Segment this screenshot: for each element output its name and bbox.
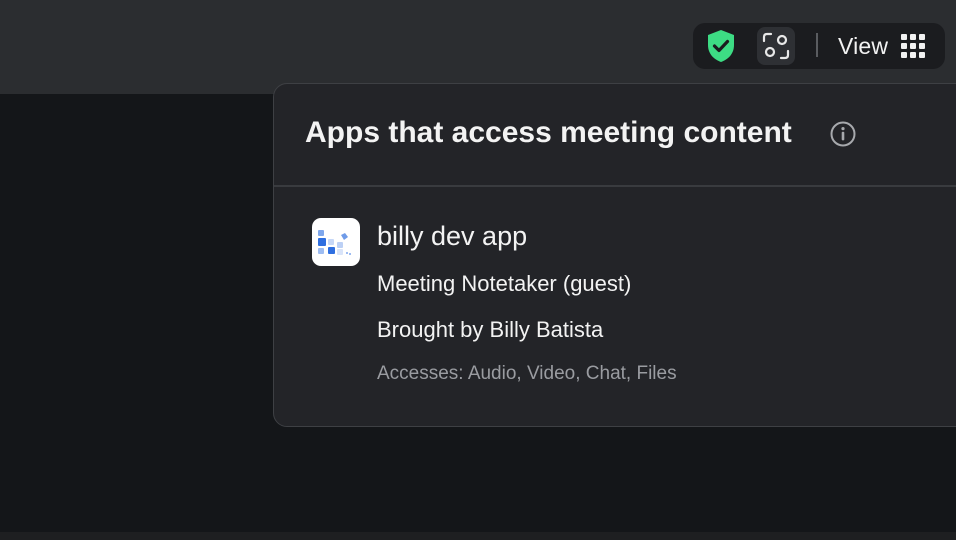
bottom-strip xyxy=(0,532,956,540)
meeting-window: View Apps that access meeting content bi… xyxy=(0,0,956,540)
popover-divider xyxy=(274,185,956,187)
app-access-list: Accesses: Audio, Video, Chat, Files xyxy=(377,363,677,384)
scan-frame-icon xyxy=(762,32,790,60)
grid-icon xyxy=(901,34,926,58)
app-name: billy dev app xyxy=(377,221,528,251)
apps-access-popover: Apps that access meeting content billy d… xyxy=(273,83,956,427)
info-icon[interactable] xyxy=(830,121,856,147)
view-button[interactable]: View xyxy=(830,27,940,65)
app-role: Meeting Notetaker (guest) xyxy=(377,271,632,296)
apps-capture-button[interactable] xyxy=(757,27,795,65)
shield-check-icon xyxy=(708,30,734,62)
app-owner: Brought by Billy Batista xyxy=(377,317,604,342)
security-shield-button[interactable] xyxy=(703,28,739,64)
app-logo-icon xyxy=(312,218,360,266)
toolbar-divider xyxy=(816,33,818,57)
view-label: View xyxy=(838,32,889,59)
popover-title: Apps that access meeting content xyxy=(305,116,792,149)
